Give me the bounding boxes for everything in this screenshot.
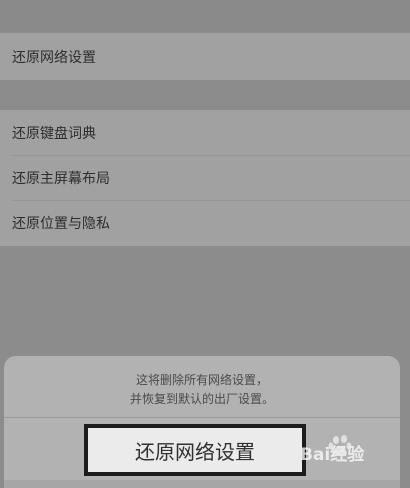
reset-location-privacy-item[interactable]: 还原位置与隐私 — [0, 200, 410, 245]
action-sheet: 这将删除所有网络设置， 并恢复到默认的出厂设置。 还原网络设置 — [4, 356, 400, 488]
top-strip — [0, 0, 410, 33]
baidu-jingyan-watermark-logo: Bai经验 — [300, 434, 390, 468]
reset-network-settings-button[interactable]: 还原网络设置 — [84, 424, 306, 476]
reset-location-privacy-label: 还原位置与隐私 — [12, 215, 110, 232]
section-gap — [0, 80, 410, 110]
reset-home-screen-layout-label: 还原主屏幕布局 — [12, 170, 110, 187]
settings-group-network: 还原网络设置 — [0, 33, 410, 80]
reset-keyboard-dictionary-label: 还原键盘词典 — [12, 125, 96, 142]
message-line-2: 并恢复到默认的出厂设置。 — [129, 391, 274, 406]
message-line-1: 这将删除所有网络设置， — [135, 372, 268, 387]
reset-network-settings-button-label: 还原网络设置 — [135, 439, 255, 464]
reset-network-settings-label: 还原网络设置 — [12, 49, 96, 66]
settings-group-reset: 还原键盘词典 还原主屏幕布局 还原位置与隐私 — [0, 110, 410, 246]
sheet-divider — [4, 480, 400, 488]
reset-home-screen-layout-item[interactable]: 还原主屏幕布局 — [0, 155, 410, 200]
watermark-text: Bai经验 — [300, 445, 365, 465]
action-sheet-message: 这将删除所有网络设置， 并恢复到默认的出厂设置。 — [4, 356, 400, 418]
reset-keyboard-dictionary-item[interactable]: 还原键盘词典 — [0, 110, 410, 155]
reset-network-settings-item[interactable]: 还原网络设置 — [0, 33, 410, 80]
